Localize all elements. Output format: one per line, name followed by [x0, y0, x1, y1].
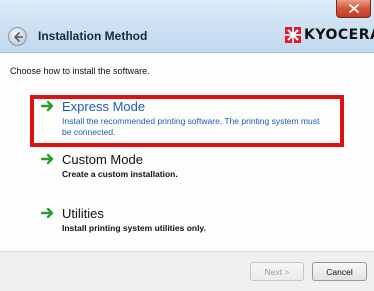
close-button[interactable] — [336, 0, 371, 18]
back-button[interactable] — [8, 27, 27, 46]
kyocera-logo-icon — [285, 27, 301, 43]
installer-window: Installation Method KYOCERA Choose how t… — [0, 0, 374, 291]
utilities-option[interactable]: Utilities Install printing system utilit… — [62, 206, 206, 234]
next-button[interactable]: Next > — [250, 262, 304, 281]
brand-text: KYOCERA — [304, 27, 374, 43]
title-bar-divider — [0, 52, 374, 53]
custom-mode-title[interactable]: Custom Mode — [62, 152, 178, 167]
custom-mode-description: Create a custom installation. — [62, 169, 178, 179]
highlight-frame — [30, 95, 344, 147]
back-arrow-icon — [14, 32, 23, 42]
utilities-description: Install printing system utilities only. — [62, 223, 206, 233]
green-arrow-icon — [41, 153, 54, 165]
instruction-text: Choose how to install the software. — [10, 66, 150, 76]
page-title: Installation Method — [38, 29, 148, 43]
close-icon — [349, 4, 359, 13]
kyocera-logo: KYOCERA — [285, 26, 374, 44]
green-arrow-icon — [41, 207, 54, 219]
custom-mode-option[interactable]: Custom Mode Create a custom installation… — [62, 152, 178, 180]
utilities-title[interactable]: Utilities — [62, 206, 206, 221]
cancel-button[interactable]: Cancel — [312, 262, 367, 281]
